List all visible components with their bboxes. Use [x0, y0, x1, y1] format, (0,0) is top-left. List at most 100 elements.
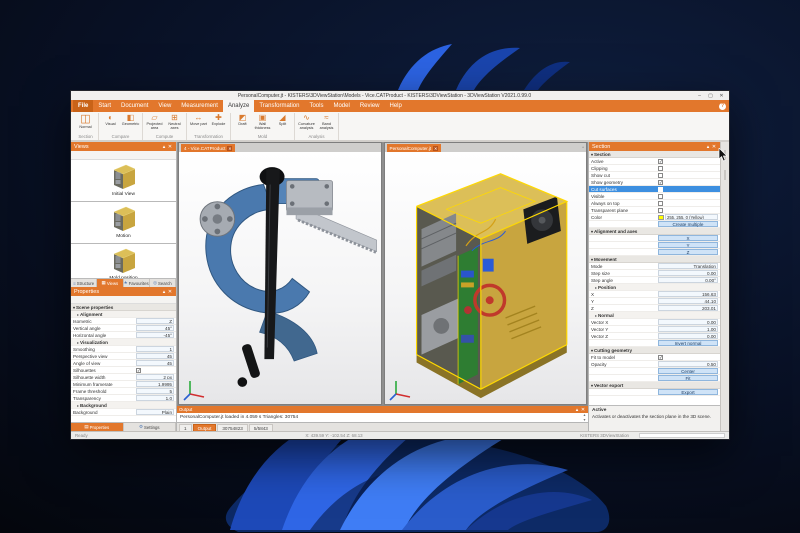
property-row[interactable]: Cut surfaces Cut surfaces — [589, 186, 720, 193]
property-value[interactable]: Plain — [136, 409, 174, 415]
output-log[interactable]: PersonalComputer.jt loaded in 4.059 s Tr… — [177, 413, 588, 422]
property-row[interactable]: Transparent plane Transparent plane — [589, 207, 720, 214]
property-row[interactable]: Position Position — [589, 284, 720, 291]
property-row[interactable]: X X — [589, 235, 720, 242]
property-value[interactable]: 0.00° — [658, 277, 718, 283]
property-row[interactable]: Opacity 0.50 Opacity — [589, 361, 720, 368]
property-button[interactable]: Z — [658, 249, 718, 255]
property-value[interactable]: 0.50 — [658, 361, 718, 367]
compare-geometric-tool[interactable]: ◧ Geometric — [122, 113, 140, 126]
property-row[interactable]: Active Active — [589, 158, 720, 165]
property-row[interactable]: Section Section — [589, 151, 720, 158]
property-row[interactable]: Normal Normal — [589, 312, 720, 319]
property-value[interactable]: 5 — [136, 388, 174, 394]
property-row[interactable]: Vector Y 1.00 Vector Y — [589, 326, 720, 333]
3d-canvas-computer[interactable] — [384, 152, 586, 404]
property-row[interactable]: Invert normal Invert normal — [589, 340, 720, 347]
neutral-axes-tool[interactable]: ⊞ Neutral axes — [166, 113, 183, 130]
ribbon-tab[interactable]: Document — [116, 100, 153, 112]
property-row[interactable]: Cutting geometry Cutting geometry — [589, 347, 720, 354]
section-panel-header[interactable]: Section ▴ ✕ — [589, 142, 720, 151]
view-item[interactable]: Mold position — [71, 244, 176, 278]
output-panel-header[interactable]: Output ▴ ✕ — [177, 406, 588, 413]
compare-visual-tool[interactable]: ◐ Visual — [102, 113, 119, 126]
checkbox[interactable] — [658, 193, 663, 199]
dock-tab[interactable]: ▤ Properties — [71, 423, 124, 431]
property-value[interactable]: 1 — [136, 346, 174, 352]
property-button[interactable]: Create multiple — [658, 221, 718, 227]
property-value[interactable]: 2 px — [136, 374, 174, 380]
minimize-button[interactable]: – — [695, 92, 704, 100]
property-row[interactable]: Z Z — [589, 249, 720, 256]
close-button[interactable]: ✕ — [717, 92, 726, 100]
property-button[interactable]: Y — [658, 242, 718, 248]
property-value[interactable]: 203.01 — [658, 305, 718, 311]
property-value[interactable]: 0.00 — [658, 319, 718, 325]
close-icon[interactable]: ✕ — [167, 143, 173, 151]
3d-canvas-vice[interactable] — [179, 152, 381, 404]
dock-tab[interactable]: ⚙ Settings — [124, 423, 176, 431]
property-row[interactable]: Fit Fit — [589, 375, 720, 382]
checkbox[interactable] — [658, 158, 663, 164]
dock-tab[interactable]: ◎ Search — [150, 279, 176, 287]
property-row[interactable]: Smoothing 1 Smoothing — [71, 346, 176, 353]
property-button[interactable]: Invert normal — [658, 340, 718, 346]
checkbox[interactable] — [658, 207, 663, 213]
view-item[interactable]: Motion — [71, 202, 176, 244]
property-row[interactable]: Background Plain Background — [71, 409, 176, 416]
property-row[interactable]: Clipping Clipping — [589, 165, 720, 172]
ribbon-tab[interactable]: Start — [93, 100, 116, 112]
console-tab[interactable]: 30754823 — [217, 424, 248, 431]
split-tool[interactable]: ◢ Split — [274, 113, 291, 126]
ribbon-tab[interactable]: Transformation — [254, 100, 304, 112]
ribbon-tab[interactable]: File — [73, 100, 94, 112]
ribbon-tab[interactable]: View — [153, 100, 176, 112]
property-row[interactable]: Center Center — [589, 368, 720, 375]
property-row[interactable]: Horizontal angle -45° Horizontal angle — [71, 332, 176, 339]
property-value[interactable]: 1.0 — [136, 395, 174, 401]
property-row[interactable]: Alignment Alignment — [71, 311, 176, 318]
close-icon[interactable]: ✕ — [227, 145, 233, 151]
curvature-analysis-tool[interactable]: ∿ Curvature analysis — [298, 113, 315, 130]
color-swatch[interactable] — [658, 214, 664, 220]
log-scrollbar[interactable]: ▲ ▼ — [582, 413, 587, 422]
ribbon-tab[interactable]: Tools — [304, 100, 328, 112]
property-value[interactable]: 0.00 — [658, 333, 718, 339]
property-value[interactable]: Z — [136, 318, 174, 324]
move-part-tool[interactable]: ↔ Move part — [190, 113, 207, 126]
draft-tool[interactable]: ◩ Draft — [234, 113, 251, 126]
console-tab[interactable]: 5/5843 — [248, 424, 273, 431]
view-item[interactable]: Initial View — [71, 160, 176, 202]
property-row[interactable]: Always on top Always on top — [589, 200, 720, 207]
property-row[interactable]: Create multiple Create multiple — [589, 221, 720, 228]
property-row[interactable]: Vector export Vector export — [589, 382, 720, 389]
checkbox[interactable] — [658, 200, 663, 206]
property-row[interactable]: Isometric Z Isometric — [71, 318, 176, 325]
projected-area-tool[interactable]: ▱ Projected area — [146, 113, 163, 130]
property-row[interactable]: Fit to model Fit to model — [589, 354, 720, 361]
property-value[interactable]: 45° — [136, 325, 174, 331]
property-row[interactable]: Perspective view 45 Perspective view — [71, 353, 176, 360]
collapsed-panel-tab[interactable] — [724, 170, 726, 180]
ribbon-tab[interactable]: Review — [355, 100, 385, 112]
views-panel-header[interactable]: Views ▴ ✕ — [71, 142, 176, 151]
wall-thickness-tool[interactable]: ▣ Wall thickness — [254, 113, 271, 130]
property-row[interactable]: Step size 0.00 Step size — [589, 270, 720, 277]
console-tab[interactable]: 1 — [179, 424, 192, 431]
property-row[interactable]: Transparency 1.0 Transparency — [71, 395, 176, 402]
properties-panel-header[interactable]: Properties ▴ ✕ — [71, 287, 176, 296]
property-row[interactable]: Z 203.01 Z — [589, 305, 720, 312]
band-analysis-tool[interactable]: ≈ Band analysis — [318, 113, 335, 130]
property-row[interactable]: Color 255, 255, 0 (Yellow) Color — [589, 214, 720, 221]
property-row[interactable]: Export Export — [589, 389, 720, 396]
close-icon[interactable]: ✕ — [433, 145, 439, 151]
property-value[interactable]: 45 — [136, 353, 174, 359]
property-row[interactable]: Background Background — [71, 402, 176, 409]
property-row[interactable]: Silhouettes Silhouettes — [71, 367, 176, 374]
property-value[interactable]: 156.63 — [658, 291, 718, 297]
property-value[interactable]: 45 — [136, 360, 174, 366]
console-tab[interactable]: Output — [192, 424, 217, 431]
property-row[interactable]: Angle of view 45 Angle of view — [71, 360, 176, 367]
checkbox[interactable] — [658, 354, 663, 360]
property-button[interactable]: Center — [658, 368, 718, 374]
